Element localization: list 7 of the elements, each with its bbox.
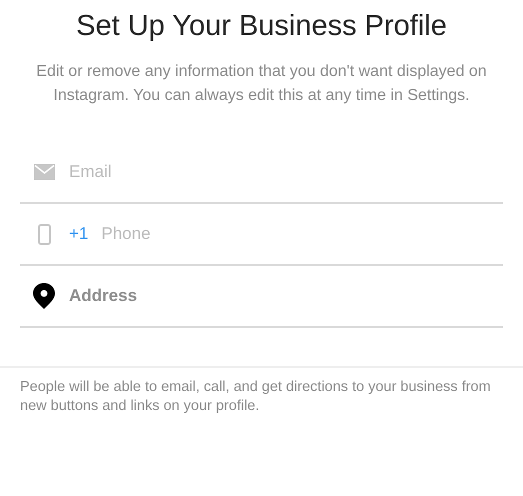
info-text: People will be able to email, call, and get directions to your business from new buttons and links on your profile. [20, 378, 492, 416]
country-code[interactable]: +1 [69, 224, 88, 244]
page-title: Set Up Your Business Profile [75, 9, 448, 44]
email-field[interactable]: Email [69, 162, 503, 182]
address-field[interactable]: Address [69, 286, 138, 306]
instructions-text: Edit or remove any information that you don't want displayed on Instagram. You can always edit this at any time in Settings. [35, 62, 488, 106]
phone-field[interactable]: Phone [101, 224, 503, 244]
